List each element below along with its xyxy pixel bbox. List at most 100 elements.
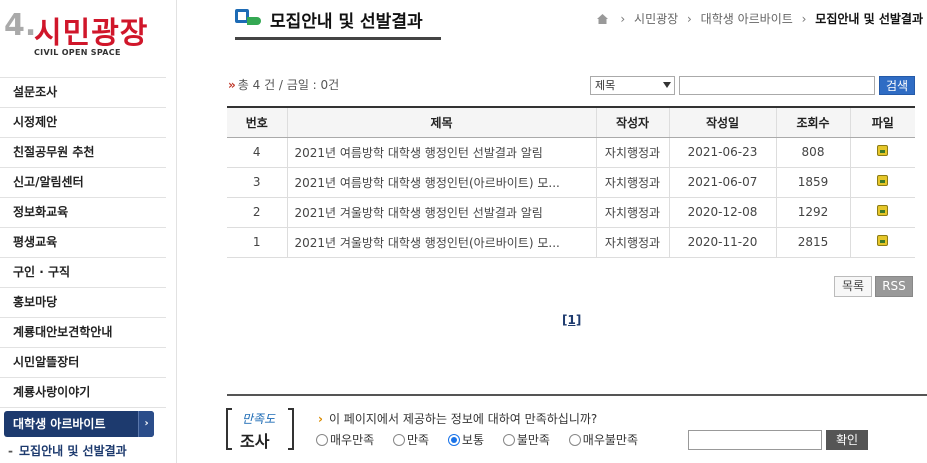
pagination-page-1[interactable]: [1] (562, 313, 581, 327)
radio-button[interactable] (393, 434, 405, 446)
survey-question: › 이 페이지에서 제공하는 정보에 대하여 만족하십니까? (318, 410, 597, 427)
cell-file (849, 197, 915, 228)
breadcrumb-current: 모집안내 및 선발결과 (815, 12, 923, 26)
post-title-link[interactable]: 2021년 여름방학 대학생 행정인턴 선발결과 알림 (286, 137, 596, 168)
radio-button[interactable] (568, 434, 581, 446)
survey-logo-top: 만족도 (242, 412, 276, 426)
submenu-item-recruitment[interactable]: - 모집안내 및 선발결과 (0, 440, 170, 463)
page-title: 모집안내 및 선발결과 (270, 12, 423, 32)
sidebar-menu: 설문조사 시정제안 친절공무원 추천 신고/알림센터 정보화교육 평생교육 구인… (0, 77, 166, 440)
logo-subtitle: CIVIL OPEN SPACE (34, 48, 121, 57)
sidebar-item-security-tour[interactable]: 계룡대안보견학안내 (0, 318, 166, 348)
post-count: » 총 4 건 / 금일 : 0건 (228, 76, 339, 93)
home-icon[interactable] (596, 14, 608, 24)
table-row: 1 2021년 겨울방학 대학생 행정인턴(아르바이트) 모... 자치행정과 … (227, 227, 915, 258)
breadcrumb-separator: › (801, 12, 807, 26)
radio-button[interactable] (502, 434, 515, 446)
cell-views: 1292 (775, 197, 850, 228)
col-header-no: 번호 (227, 106, 287, 138)
col-header-file: 파일 (849, 106, 915, 138)
cell-author: 자치행정과 (595, 137, 669, 168)
title-logo-icon (235, 9, 261, 29)
search-type-value: 제목 (595, 79, 616, 92)
cell-file (849, 137, 915, 168)
col-header-title: 제목 (286, 106, 596, 138)
chevron-right-icon: › (318, 412, 323, 426)
survey-option-very-satisfied[interactable]: 매우만족 (316, 431, 374, 448)
chevron-right-icon: › (138, 411, 154, 437)
sidebar-item-it-education[interactable]: 정보화교육 (0, 198, 166, 228)
sidebar-item-market[interactable]: 시민알뜰장터 (0, 348, 166, 378)
sidebar-item-promotion[interactable]: 홍보마당 (0, 288, 166, 318)
site-logo[interactable]: 4. 시민광장 CIVIL OPEN SPACE (4, 6, 174, 62)
survey-opinion-input[interactable] (688, 430, 822, 450)
cell-author: 자치행정과 (595, 227, 669, 258)
logo-name: 시민광장 (34, 16, 149, 51)
survey-option-neutral[interactable]: 보통 (447, 431, 485, 448)
sidebar-item-kind-official[interactable]: 친절공무원 추천 (0, 138, 166, 168)
submenu-label: 모집안내 및 선발결과 (18, 444, 127, 458)
attachment-icon[interactable] (877, 145, 889, 156)
sidebar-item-jobs[interactable]: 구인 · 구직 (0, 258, 166, 288)
option-label: 만족 (407, 433, 430, 447)
cell-file (849, 227, 915, 258)
attachment-icon[interactable] (877, 205, 889, 216)
logo-number: 4. (4, 8, 37, 43)
sidebar-item-label: 대학생 아르바이트 (13, 417, 106, 431)
cell-author: 자치행정과 (595, 167, 669, 198)
survey-option-dissatisfied[interactable]: 불만족 (502, 431, 550, 448)
col-header-date: 작성일 (668, 106, 776, 138)
breadcrumb-separator: › (620, 12, 626, 26)
double-chevron-icon: » (228, 78, 236, 92)
cell-file (849, 167, 915, 198)
option-label: 매우불만족 (582, 433, 638, 447)
cell-date: 2020-11-20 (668, 227, 776, 258)
search-type-select[interactable]: 제목 (590, 76, 675, 95)
survey-logo-bottom: 조사 (240, 432, 270, 451)
col-header-views: 조회수 (775, 106, 850, 138)
survey-options: 매우만족 만족 보통 불만족 매우불만족 (316, 431, 653, 448)
cell-author: 자치행정과 (595, 197, 669, 228)
attachment-icon[interactable] (877, 235, 889, 246)
sidebar-item-proposal[interactable]: 시정제안 (0, 108, 166, 138)
breadcrumb-item[interactable]: 대학생 아르바이트 (701, 12, 793, 26)
breadcrumb-separator: › (687, 12, 692, 26)
table-header-row: 번호 제목 작성자 작성일 조회수 파일 (227, 106, 915, 138)
list-button[interactable]: 목록 (834, 276, 872, 297)
search-input[interactable] (679, 76, 875, 95)
sidebar-item-stories[interactable]: 계룡사랑이야기 (0, 378, 166, 408)
sidebar: 4. 시민광장 CIVIL OPEN SPACE 설문조사 시정제안 친절공무원… (0, 0, 177, 463)
sidebar-item-lifelong-education[interactable]: 평생교육 (0, 228, 166, 258)
sidebar-item-survey[interactable]: 설문조사 (0, 78, 166, 108)
survey-question-text: 이 페이지에서 제공하는 정보에 대하여 만족하십니까? (328, 412, 598, 426)
survey-option-very-dissatisfied[interactable]: 매우불만족 (568, 431, 638, 448)
cell-no: 1 (227, 227, 287, 258)
breadcrumb-item[interactable]: 시민광장 (634, 12, 678, 26)
survey-option-satisfied[interactable]: 만족 (393, 431, 429, 448)
table-row: 3 2021년 여름방학 대학생 행정인턴(아르바이트) 모... 자치행정과 … (227, 167, 915, 198)
table-row: 2 2021년 겨울방학 대학생 행정인턴 선발결과 알림 자치행정과 2020… (227, 197, 915, 228)
cell-date: 2020-12-08 (668, 197, 776, 228)
post-title-link[interactable]: 2021년 여름방학 대학생 행정인턴(아르바이트) 모... (286, 167, 596, 198)
rss-button[interactable]: RSS (875, 276, 913, 297)
sidebar-item-student-parttime[interactable]: 대학생 아르바이트 › (4, 411, 154, 437)
search-button[interactable]: 검색 (879, 76, 915, 95)
cell-date: 2021-06-23 (668, 137, 776, 168)
post-title-link[interactable]: 2021년 겨울방학 대학생 행정인턴 선발결과 알림 (286, 197, 596, 228)
attachment-icon[interactable] (877, 175, 889, 186)
survey-divider (227, 394, 927, 396)
radio-button-selected[interactable] (447, 434, 460, 446)
cell-views: 808 (775, 137, 850, 168)
radio-button[interactable] (316, 434, 328, 446)
option-label: 불만족 (516, 433, 550, 447)
chevron-down-icon (663, 82, 671, 88)
post-title-link[interactable]: 2021년 겨울방학 대학생 행정인턴(아르바이트) 모... (286, 227, 596, 258)
board-table: 번호 제목 작성자 작성일 조회수 파일 4 2021년 여름방학 대학생 행정… (227, 106, 915, 258)
option-label: 보통 (461, 433, 485, 447)
post-count-text: 총 4 건 / 금일 : 0건 (237, 78, 340, 92)
breadcrumb: › 시민광장 › 대학생 아르바이트 › 모집안내 및 선발결과 (596, 10, 923, 27)
cell-no: 4 (227, 137, 287, 168)
cell-no: 2 (227, 197, 287, 228)
survey-submit-button[interactable]: 확인 (826, 430, 868, 450)
sidebar-item-report-center[interactable]: 신고/알림센터 (0, 168, 166, 198)
